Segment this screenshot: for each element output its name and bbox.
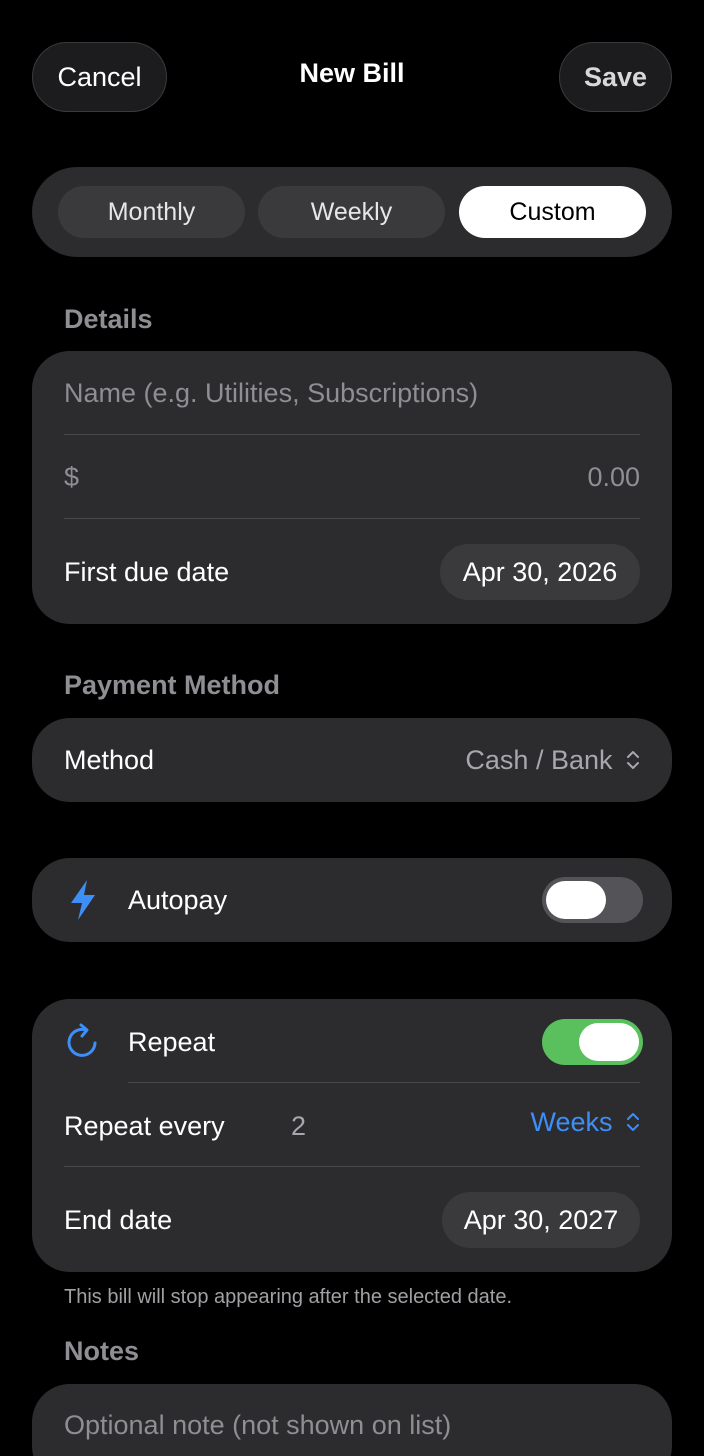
- repeat-unit-value: Weeks: [530, 1107, 613, 1137]
- segment-monthly[interactable]: Monthly: [58, 186, 245, 238]
- first-due-date-picker[interactable]: Apr 30, 2026: [440, 544, 640, 600]
- method-value: Cash / Bank: [465, 745, 613, 775]
- details-section-label: Details: [64, 304, 153, 334]
- segment-custom[interactable]: Custom: [459, 186, 646, 238]
- method-picker[interactable]: Cash / Bank: [465, 745, 640, 776]
- autopay-label: Autopay: [128, 885, 228, 915]
- notes-section-label: Notes: [64, 1336, 140, 1366]
- notes-card: Optional note (not shown on list): [32, 1384, 672, 1456]
- notes-field[interactable]: Optional note (not shown on list): [64, 1410, 451, 1441]
- repeat-every-label: Repeat every: [64, 1111, 225, 1141]
- divider: [128, 1082, 640, 1083]
- divider: [64, 1166, 640, 1167]
- repeat-icon: [67, 1023, 97, 1057]
- payment-method-card: Method Cash / Bank: [32, 718, 672, 802]
- autopay-toggle[interactable]: [542, 877, 643, 923]
- frequency-segmented-control: Monthly Weekly Custom: [32, 167, 672, 257]
- divider: [64, 518, 640, 519]
- repeat-label: Repeat: [128, 1027, 216, 1057]
- save-button[interactable]: Save: [559, 42, 672, 112]
- toggle-knob: [546, 881, 606, 919]
- repeat-card: Repeat Repeat every 2 Weeks End date Apr…: [32, 999, 672, 1272]
- chevron-up-down-icon: [627, 1113, 639, 1131]
- new-bill-screen: Cancel New Bill Save Monthly Weekly Cust…: [0, 0, 704, 1456]
- repeat-unit-picker[interactable]: Weeks: [530, 1107, 640, 1138]
- amount-field[interactable]: 0.00: [587, 462, 640, 493]
- end-date-label: End date: [64, 1205, 173, 1235]
- method-label: Method: [64, 745, 155, 775]
- toggle-knob: [579, 1023, 639, 1061]
- details-card: Name (e.g. Utilities, Subscriptions) $ 0…: [32, 351, 672, 624]
- divider: [64, 434, 640, 435]
- first-due-date-label: First due date: [64, 557, 230, 587]
- name-field[interactable]: Name (e.g. Utilities, Subscriptions): [64, 378, 478, 409]
- autopay-card: Autopay: [32, 858, 672, 942]
- repeat-toggle[interactable]: [542, 1019, 643, 1065]
- repeat-every-value[interactable]: 2: [291, 1111, 306, 1142]
- currency-symbol: $: [64, 462, 80, 492]
- bolt-icon: [71, 880, 95, 920]
- end-date-picker[interactable]: Apr 30, 2027: [442, 1192, 640, 1248]
- chevron-up-down-icon: [627, 751, 639, 769]
- end-date-footnote: This bill will stop appearing after the …: [64, 1286, 513, 1308]
- segment-weekly[interactable]: Weekly: [258, 186, 445, 238]
- payment-method-section-label: Payment Method: [64, 670, 281, 700]
